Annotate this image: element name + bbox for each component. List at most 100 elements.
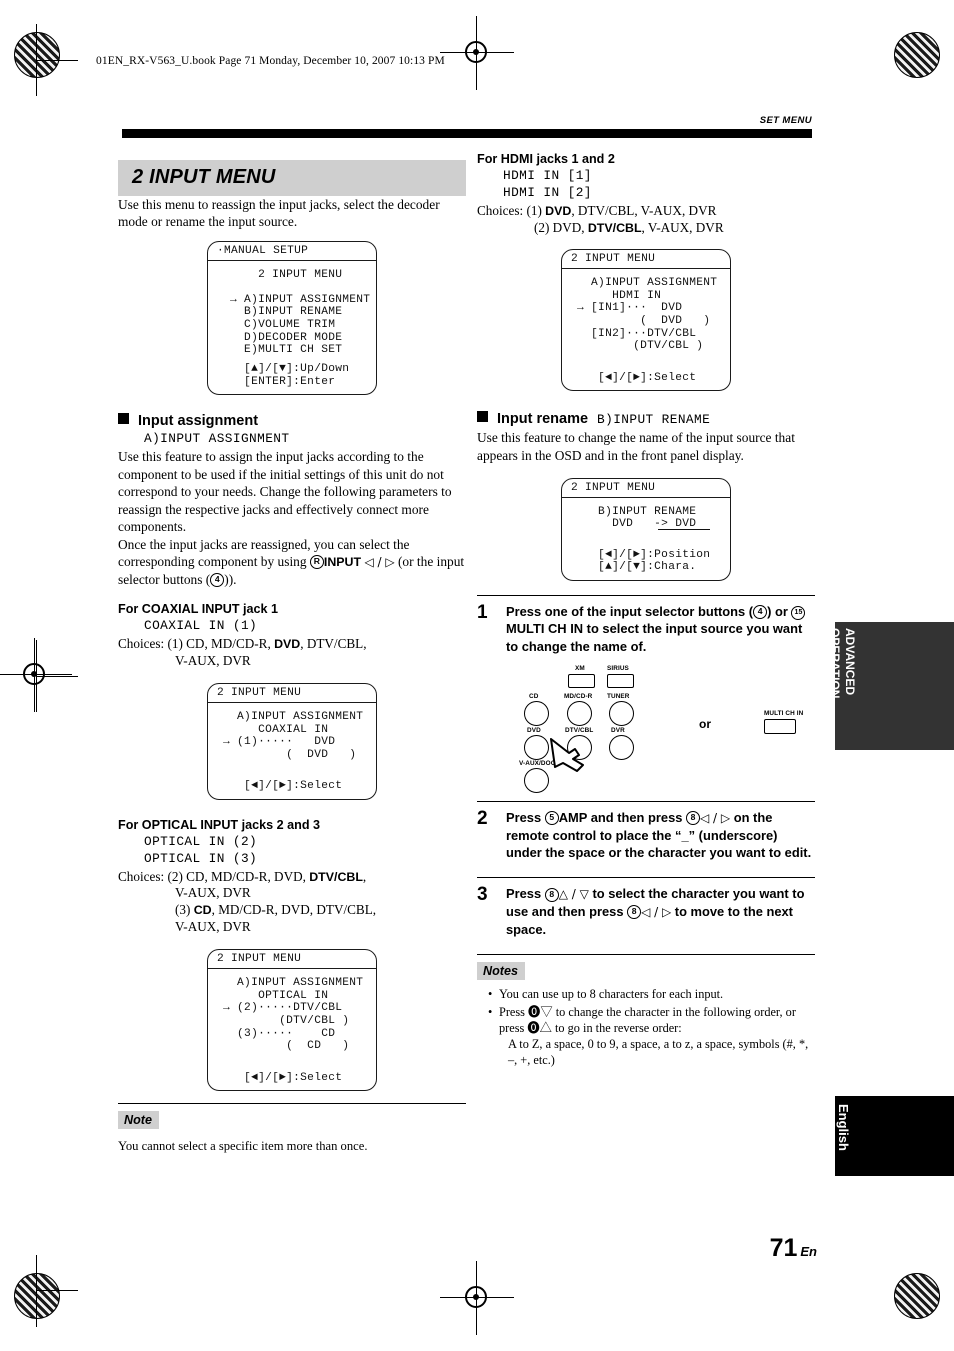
side-tab-advanced-line1: ADVANCED: [843, 628, 857, 696]
button-label-cd: CD: [529, 692, 539, 700]
optical2-default: DTV/CBL: [309, 869, 363, 884]
circle-4-icon: 4: [210, 573, 225, 588]
hdmi-l2b: , V-AUX, DVR: [641, 219, 724, 235]
button-xm: [568, 673, 595, 688]
optical-l1a: (2) CD, MD/CD-R, DVD,: [167, 868, 310, 884]
osd-body: A)INPUT ASSIGNMENT HDMI IN → [IN1]··· DV…: [577, 276, 718, 353]
input-button-label: INPUT: [323, 554, 362, 569]
page-number-suffix: En: [800, 1244, 817, 1259]
section-title-band: 2 INPUT MENU: [118, 160, 466, 196]
page-number-value: 71: [769, 1234, 798, 1262]
s1-pre: Press one of the input selector buttons …: [506, 603, 754, 619]
osd-title: 2 INPUT MENU: [208, 684, 376, 703]
note-item-sub: A to Z, a space, 0 to 9, a space, a to z…: [508, 1037, 809, 1068]
osd-hdmi: 2 INPUT MENU A)INPUT ASSIGNMENT HDMI IN …: [561, 249, 731, 392]
osd-footer: [◄]/[►]:Select: [244, 780, 343, 793]
optical-l3b: , MD/CD-R, DVD, DTV/CBL,: [211, 902, 377, 918]
button-v-aux-dock: [524, 767, 549, 793]
step-text: Press one of the input selector buttons …: [506, 603, 815, 655]
button-label-sirius: SIRIUS: [607, 664, 629, 672]
button-label-tuner: TUNER: [607, 692, 630, 700]
up-down-arrow-icon: △ / ▽: [558, 887, 589, 902]
step-number: 1: [477, 601, 488, 623]
optical-l4: V-AUX, DVR: [175, 918, 251, 934]
osd-main-menu: ·MANUAL SETUP 2 INPUT MENU → A)INPUT ASS…: [207, 240, 377, 396]
hdmi-osd-name-1: HDMI IN [1]: [503, 168, 592, 183]
osd-body: 2 INPUT MENU → A)INPUT ASSIGNMENT B)INPU…: [230, 268, 371, 357]
crosshair-mark-left: [0, 638, 72, 712]
input-assignment-label: Input assignment: [138, 413, 259, 430]
button-label-xm: XM: [575, 664, 585, 672]
circle-r-icon: R: [309, 555, 324, 570]
coaxial-default: DVD: [274, 636, 301, 651]
ia-p2-post: )).: [224, 571, 237, 587]
osd-rename: 2 INPUT MENU B)INPUT RENAME DVD -> DVD […: [561, 478, 731, 581]
pointing-hand-icon: [550, 737, 584, 772]
osd-title: 2 INPUT MENU: [208, 950, 376, 969]
coaxial-choices-l1a: (1) CD, MD/CD-R,: [167, 635, 275, 651]
hdmi2-default: DTV/CBL: [587, 220, 642, 235]
circle-4-icon: 4: [753, 605, 768, 620]
button-sirius: [607, 673, 634, 688]
note-rule: [118, 1103, 466, 1105]
coaxial-choices: Choices: (1) CD, MD/CD-R, DVD, DTV/CBL, …: [118, 636, 466, 669]
optical-choices-label: Choices:: [118, 868, 165, 884]
registration-dot-bottom-right: [894, 1273, 940, 1319]
header-rule: [122, 129, 812, 138]
cut-mark-left-mid-h: [36, 676, 78, 678]
intro-paragraph: Use this menu to reassign the input jack…: [118, 197, 440, 230]
optical-l3a: (3): [175, 902, 194, 918]
coaxial-choices-label: Choices:: [118, 635, 165, 651]
button-label-dvd: DVD: [527, 726, 541, 734]
button-cd: [524, 700, 549, 726]
optical-heading: For OPTICAL INPUT jacks 2 and 3: [118, 817, 321, 832]
osd-footer: [◄]/[►]:Select: [244, 1071, 343, 1084]
input-rename-para: Use this feature to change the name of t…: [477, 430, 795, 463]
button-dvd: [524, 734, 549, 760]
side-tab-advanced-line2: OPERATION: [828, 628, 842, 699]
osd-rename-text: B)INPUT RENAME DVD -> DVD: [598, 505, 697, 531]
note-tag: Note: [118, 1111, 159, 1130]
button-tuner: [609, 700, 634, 726]
document-page: 01EN_RX-V563_U.book Page 71 Monday, Dece…: [0, 0, 954, 1351]
notes-block: Notes You can use up to 8 characters for…: [477, 962, 815, 1069]
step-1: 1 Press one of the input selector button…: [477, 594, 815, 655]
button-label-dvr: DVR: [611, 726, 625, 734]
s3-pre: Press: [506, 886, 545, 902]
page-title: 2 INPUT MENU: [132, 166, 276, 188]
input-assignment-osd-name: A)INPUT ASSIGNMENT: [144, 431, 290, 447]
coaxial-choices-l1b: , DTV/CBL,: [300, 635, 367, 651]
note-block: Note You cannot select a specific item m…: [118, 1111, 466, 1154]
square-bullet-icon: [118, 413, 129, 425]
input-rename-osd-name: B)INPUT RENAME: [597, 412, 711, 428]
osd-footer: [◄]/[►]:Position [▲]/[▼]:Chara.: [598, 548, 711, 574]
side-tab-language: English: [835, 1096, 954, 1176]
cut-mark-top-center: [476, 18, 478, 48]
button-label-multi-ch-in: MULTI CH IN: [764, 709, 804, 717]
input-rename-heading: Input rename B)INPUT RENAME: [477, 411, 815, 427]
osd-coaxial: 2 INPUT MENU A)INPUT ASSIGNMENT COAXIAL …: [207, 683, 377, 800]
step-number: 3: [477, 884, 488, 906]
step-text: Press 8 △ / ▽ to select the character you…: [506, 885, 815, 938]
note-item: Press ⓿▽ to change the character in the …: [488, 1005, 815, 1069]
hdmi-choices: Choices: (1) DVD, DTV/CBL, V-AUX, DVR (2…: [477, 203, 815, 236]
osd-title: 2 INPUT MENU: [562, 250, 730, 269]
optical-osd-name-2: OPTICAL IN (3): [144, 850, 258, 866]
osd-optical: 2 INPUT MENU A)INPUT ASSIGNMENT OPTICAL …: [207, 949, 377, 1092]
left-right-arrow-icon: ◁ / ▷: [364, 554, 395, 569]
input-rename-label: Input rename: [497, 411, 589, 428]
osd-body: B)INPUT RENAME DVD -> DVD: [562, 498, 730, 536]
button-label-dtvcbl: DTV/CBL: [565, 726, 594, 734]
notes-rule: [477, 954, 815, 956]
hdmi-l1b: , DTV/CBL, V-AUX, DVR: [571, 203, 717, 218]
hdmi-l2a: (2) DVD,: [534, 219, 588, 235]
hdmi-l1a: (1): [526, 203, 546, 218]
input-assignment-heading: Input assignment: [118, 413, 466, 429]
circle-5-icon: 5: [544, 811, 559, 826]
step-text: Press 5 AMP and then press 8 ◁ / ▷ on the …: [506, 809, 815, 861]
running-head: SET MENU: [759, 115, 812, 126]
circle-8-icon: 8: [544, 887, 559, 902]
hdmi-osd-name-2: HDMI IN [2]: [503, 185, 592, 200]
input-assignment-para2: Once the input jacks are reassigned, you…: [118, 536, 466, 588]
square-bullet-icon: [477, 411, 488, 423]
